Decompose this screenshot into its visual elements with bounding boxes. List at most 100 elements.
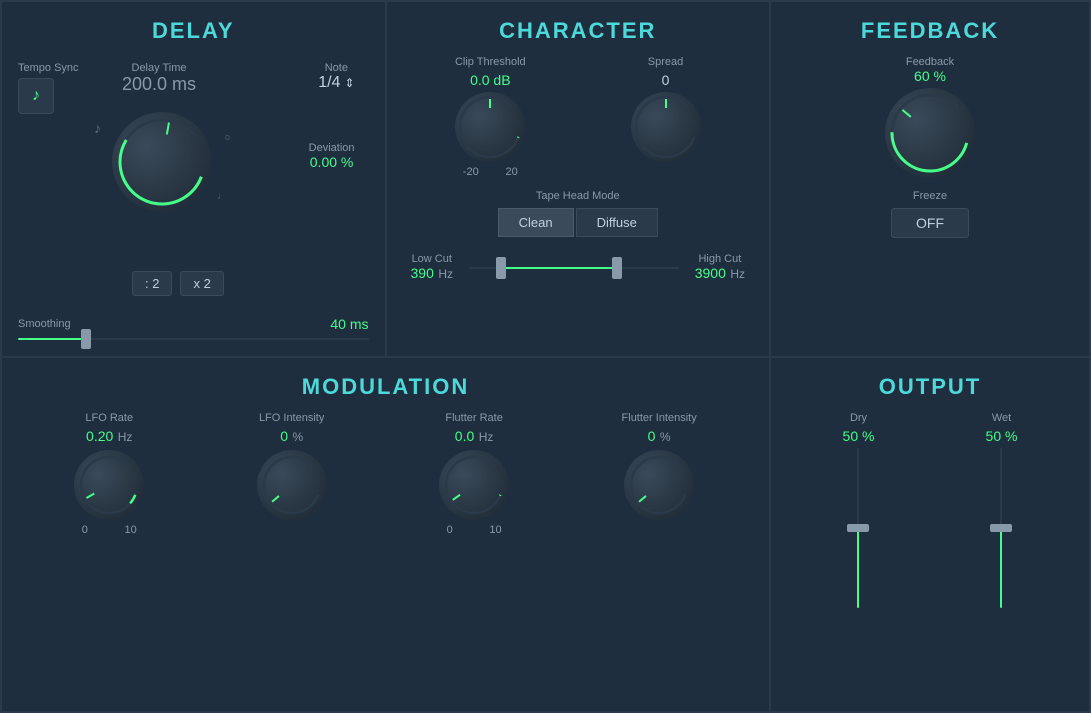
high-cut-value: 3900 (695, 265, 726, 281)
character-top: Clip Threshold 0.0 dB -20 20 Spread 0 (403, 56, 754, 178)
flutter-intensity-container: Flutter Intensity 0 % (622, 412, 697, 520)
smoothing-row: Smoothing 40 ms (18, 316, 369, 332)
delay-time-value: 200.0 ms (122, 74, 196, 95)
lfo-rate-max: 10 (124, 524, 136, 536)
flutter-rate-unit: Hz (479, 430, 494, 444)
wet-value: 50 % (986, 428, 1018, 444)
freeze-label: Freeze (787, 190, 1073, 202)
note-deco-icon: ♪ (94, 120, 101, 136)
character-panel: CHARACTER Clip Threshold 0.0 dB -20 20 (386, 1, 771, 357)
clip-threshold-range: -20 20 (463, 166, 518, 178)
low-cut-label: Low Cut (411, 253, 453, 265)
freeze-area: Freeze OFF (787, 190, 1073, 238)
flutter-intensity-value: 0 (648, 428, 656, 444)
cut-low-thumb[interactable] (496, 257, 506, 279)
divide-buttons: : 2 x 2 (132, 271, 224, 296)
lfo-rate-min: 0 (82, 524, 88, 536)
high-cut-unit: Hz (730, 267, 745, 281)
clip-threshold-container: Clip Threshold 0.0 dB -20 20 (455, 56, 526, 178)
high-cut-container: High Cut 3900 Hz (695, 253, 745, 283)
low-cut-value: 390 (411, 265, 434, 281)
tape-head-label: Tape Head Mode (403, 190, 754, 202)
flutter-intensity-label: Flutter Intensity (622, 412, 697, 424)
low-cut-value-row: 390 Hz (411, 265, 453, 283)
freeze-button[interactable]: OFF (891, 208, 969, 238)
dry-slider-thumb[interactable] (847, 524, 869, 532)
flutter-rate-knob[interactable] (439, 450, 509, 520)
dry-slider-fill (857, 528, 859, 608)
cut-high-thumb[interactable] (612, 257, 622, 279)
output-panel: OUTPUT Dry 50 % Wet 50 % (770, 357, 1090, 713)
feedback-value: 60 % (914, 68, 946, 84)
wet-slider-track (1000, 448, 1002, 608)
smoothing-label: Smoothing (18, 318, 71, 330)
tempo-sync-area: Tempo Sync ♪ (18, 62, 79, 114)
note-selector[interactable]: 1/4 ⇕ (318, 74, 354, 92)
lfo-rate-label: LFO Rate (85, 412, 133, 424)
low-cut-unit: Hz (438, 267, 453, 281)
dry-value: 50 % (843, 428, 875, 444)
smoothing-slider-fill (18, 338, 88, 340)
spread-value: 0 (662, 72, 670, 88)
output-title: OUTPUT (787, 374, 1073, 400)
tape-head-area: Tape Head Mode Clean Diffuse (403, 190, 754, 237)
tempo-sync-button[interactable]: ♪ (18, 78, 54, 114)
note-arrows-icon[interactable]: ⇕ (344, 76, 354, 90)
tempo-sync-label: Tempo Sync (18, 62, 79, 74)
output-sliders: Dry 50 % Wet 50 % (787, 412, 1073, 674)
spread-label: Spread (648, 56, 683, 68)
flutter-rate-label: Flutter Rate (445, 412, 502, 424)
clip-threshold-label: Clip Threshold (455, 56, 526, 68)
delay-time-label: Delay Time (122, 62, 196, 74)
flutter-intensity-unit: % (660, 430, 671, 444)
mode-diffuse-button[interactable]: Diffuse (576, 208, 658, 237)
cut-range-fill (500, 267, 615, 269)
clip-min-label: -20 (463, 166, 479, 178)
flutter-intensity-knob[interactable] (624, 450, 694, 520)
lfo-intensity-label: LFO Intensity (259, 412, 324, 424)
lfo-rate-value: 0.20 (86, 428, 113, 444)
feedback-label: Feedback (906, 56, 954, 68)
clip-max-label: 20 (506, 166, 518, 178)
flutter-rate-min: 0 (447, 524, 453, 536)
deviation-label: Deviation (309, 142, 355, 154)
lfo-rate-container: LFO Rate 0.20 Hz 0 10 (74, 412, 144, 536)
dry-slider-track (857, 448, 859, 608)
divide-half-button[interactable]: : 2 (132, 271, 172, 296)
flutter-rate-value: 0.0 (455, 428, 474, 444)
delay-panel: DELAY Tempo Sync ♪ Delay Time 200.0 ms N… (1, 1, 386, 357)
wet-label: Wet (992, 412, 1011, 424)
multiply-two-button[interactable]: x 2 (180, 271, 223, 296)
smoothing-slider-track (18, 338, 369, 340)
modulation-title: MODULATION (18, 374, 753, 400)
lfo-rate-value-row: 0.20 Hz (86, 428, 132, 446)
character-title: CHARACTER (403, 18, 754, 44)
lfo-intensity-knob[interactable] (257, 450, 327, 520)
smoothing-slider-thumb[interactable] (81, 329, 91, 349)
spread-knob[interactable] (631, 92, 701, 162)
delay-knob-container: ♪ ♩ o (112, 112, 212, 212)
flutter-intensity-value-row: 0 % (648, 428, 671, 446)
lfo-rate-range: 0 10 (82, 524, 137, 536)
clip-threshold-knob[interactable] (455, 92, 525, 162)
deviation-value: 0.00 % (309, 154, 355, 170)
clip-threshold-value: 0.0 dB (470, 72, 510, 88)
dry-slider-container: Dry 50 % (843, 412, 875, 608)
note-deco2-icon: ♩ (217, 191, 227, 202)
wet-slider-thumb[interactable] (990, 524, 1012, 532)
cut-area: Low Cut 390 Hz High Cut 3900 Hz (403, 253, 754, 283)
note-deco3-icon: o (225, 132, 230, 142)
high-cut-value-row: 3900 Hz (695, 265, 745, 283)
feedback-knob-area: Feedback 60 % (787, 56, 1073, 178)
feedback-title: FEEDBACK (787, 18, 1073, 44)
feedback-knob[interactable] (885, 88, 975, 178)
delay-knob[interactable]: ♪ ♩ o (112, 112, 212, 212)
mod-knobs-row: LFO Rate 0.20 Hz 0 10 (18, 412, 753, 536)
lfo-rate-knob[interactable] (74, 450, 144, 520)
dry-label: Dry (850, 412, 867, 424)
lfo-intensity-value-row: 0 % (280, 428, 303, 446)
mode-buttons: Clean Diffuse (403, 208, 754, 237)
note-value: 1/4 (318, 74, 340, 92)
flutter-rate-container: Flutter Rate 0.0 Hz 0 10 (439, 412, 509, 536)
mode-clean-button[interactable]: Clean (498, 208, 574, 237)
